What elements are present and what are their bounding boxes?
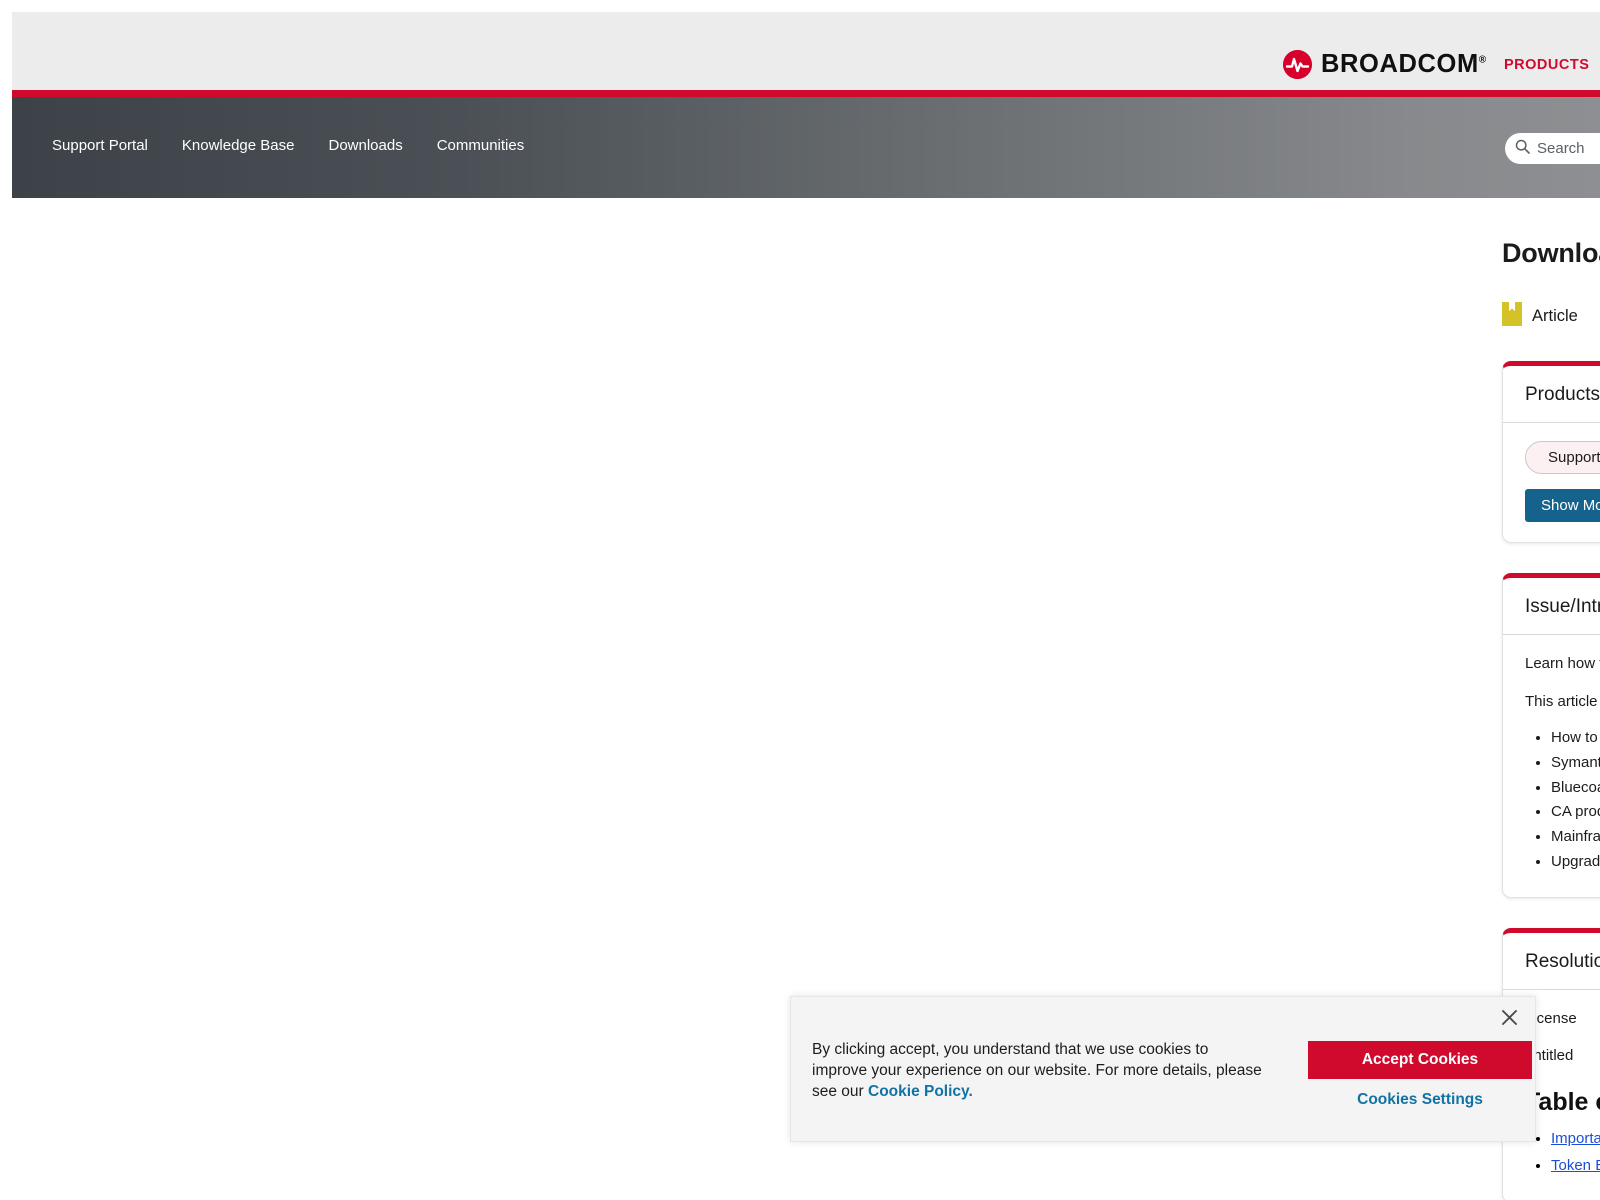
list-item: Symantec product downloads (1551, 753, 1600, 773)
list-item: Bluecoat product downloads (1551, 778, 1600, 798)
issue-bullet-list: How to access the download portal Symant… (1525, 728, 1600, 872)
main-nav-band: Support Portal Knowledge Base Downloads … (12, 97, 1600, 198)
nav-support-portal[interactable]: Support Portal (52, 137, 148, 154)
nav-communities[interactable]: Communities (437, 137, 525, 154)
main-nav: Support Portal Knowledge Base Downloads … (52, 137, 524, 154)
toc-link-token-based-downloads[interactable]: Token Based Downloads (1551, 1157, 1600, 1174)
document-type-label: Article (1532, 307, 1578, 325)
utility-nav-products[interactable]: PRODUCTS (1504, 57, 1589, 73)
cookies-settings-link[interactable]: Cookies Settings (1308, 1091, 1532, 1109)
nav-downloads[interactable]: Downloads (328, 137, 402, 154)
broadcom-pulse-icon (1283, 50, 1312, 79)
issue-paragraph-2: This article covers (1525, 692, 1600, 710)
article-book-icon (1502, 302, 1522, 331)
cookie-consent-text: By clicking accept, you understand that … (812, 1039, 1267, 1103)
cookie-consent-banner: By clicking accept, you understand that … (790, 996, 1536, 1142)
list-item: Upgrade and patch downloads (1551, 852, 1600, 872)
page-root: BROADCOM® PRODUCTS SOLUTIONS SUPPORT AND… (0, 0, 1600, 1200)
products-card-title: Products (1525, 384, 1600, 405)
issue-card-title: Issue/Introduction (1525, 596, 1600, 617)
search-input-value: Search (1537, 140, 1585, 157)
accept-cookies-button[interactable]: Accept Cookies (1308, 1041, 1532, 1079)
product-tag-support[interactable]: Support (1525, 441, 1600, 474)
search-input[interactable]: Search (1505, 133, 1600, 164)
page-title: Download (1502, 238, 1600, 268)
products-card-header: Products (1503, 366, 1600, 423)
broadcom-wordmark: BROADCOM® (1321, 49, 1487, 78)
list-item: How to access the download portal (1551, 728, 1600, 748)
table-of-contents-list: Important Notes Token Based Downloads (1525, 1129, 1600, 1177)
table-of-contents-heading: Table of Contents (1525, 1087, 1600, 1116)
brand-red-divider (12, 90, 1600, 97)
resolution-card-title: Resolution (1525, 950, 1600, 972)
products-card: Products Support Show More (1502, 361, 1600, 543)
left-gutter (0, 0, 12, 198)
resolution-paragraph-1: License (1525, 1009, 1577, 1027)
issue-card-body: Learn how to download This article cover… (1503, 635, 1600, 897)
list-item: CA product downloads (1551, 802, 1600, 822)
broadcom-logo[interactable]: BROADCOM® (1283, 50, 1487, 79)
resolution-paragraph-2: entitled (1525, 1047, 1574, 1065)
utility-top-bar: BROADCOM® PRODUCTS SOLUTIONS SUPPORT AND… (0, 12, 1600, 90)
issue-introduction-card: Issue/Introduction Learn how to download… (1502, 573, 1600, 898)
products-card-body: Support Show More (1503, 423, 1600, 542)
registered-mark: ® (1478, 54, 1487, 66)
utility-nav: PRODUCTS SOLUTIONS SUPPORT AND SERVICES … (1504, 57, 1600, 73)
document-type-row: Article (1502, 302, 1600, 331)
issue-card-header: Issue/Introduction (1503, 578, 1600, 635)
show-more-button[interactable]: Show More (1525, 489, 1600, 522)
search-icon (1515, 139, 1530, 159)
close-icon[interactable] (1497, 1005, 1521, 1029)
nav-knowledge-base[interactable]: Knowledge Base (182, 137, 295, 154)
cookie-policy-link[interactable]: Cookie Policy. (868, 1083, 973, 1100)
issue-paragraph-1: Learn how to download (1525, 655, 1600, 672)
list-item: Mainframe software downloads (1551, 827, 1600, 847)
list-item: Important Notes (1551, 1129, 1600, 1150)
list-item: Token Based Downloads (1551, 1156, 1600, 1177)
resolution-card-header: Resolution (1503, 933, 1600, 990)
toc-link-important-notes[interactable]: Important Notes (1551, 1130, 1600, 1147)
